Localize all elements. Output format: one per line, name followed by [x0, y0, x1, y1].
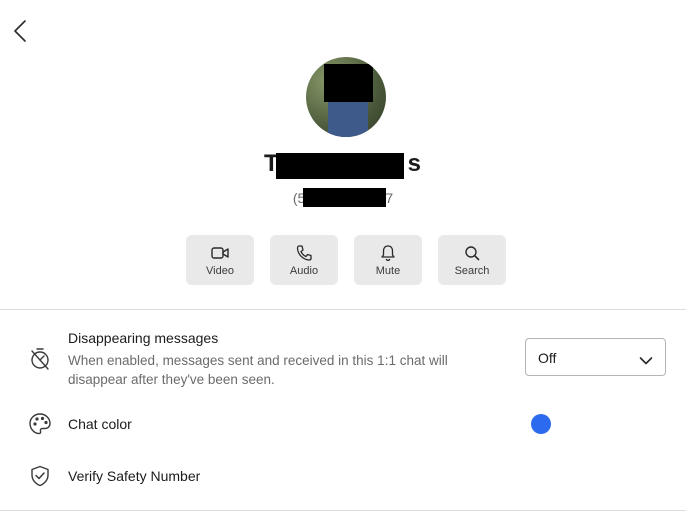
bell-icon [379, 244, 397, 262]
disappearing-messages-description: When enabled, messages sent and received… [68, 353, 448, 387]
audio-call-button[interactable]: Audio [270, 235, 338, 285]
phone-icon [295, 244, 313, 262]
chat-color-label[interactable]: Chat color [68, 416, 132, 432]
chevron-down-icon [639, 353, 653, 371]
timer-icon [28, 346, 52, 377]
mute-button[interactable]: Mute [354, 235, 422, 285]
contact-phone: (5 7 [292, 188, 394, 207]
palette-icon [28, 412, 52, 441]
action-bar: Video Audio Mute Search [186, 235, 506, 285]
select-value: Off [538, 350, 557, 366]
disappearing-messages-select[interactable]: Off [525, 338, 666, 376]
search-button[interactable]: Search [438, 235, 506, 285]
video-icon [210, 244, 230, 262]
shield-check-icon [28, 464, 52, 493]
redaction-block [302, 188, 386, 207]
search-icon [463, 244, 481, 262]
divider [0, 309, 686, 310]
avatar [306, 57, 386, 137]
divider [0, 510, 686, 511]
chat-color-swatch[interactable] [531, 414, 551, 434]
video-call-button[interactable]: Video [186, 235, 254, 285]
verify-safety-number-button[interactable]: Verify Safety Number [68, 468, 200, 484]
chevron-left-icon [14, 20, 26, 42]
contact-name: Ts [263, 150, 423, 179]
redaction-block [324, 64, 373, 102]
disappearing-messages-title: Disappearing messages [68, 330, 219, 346]
back-button[interactable] [10, 18, 32, 44]
redaction-block [275, 153, 404, 179]
